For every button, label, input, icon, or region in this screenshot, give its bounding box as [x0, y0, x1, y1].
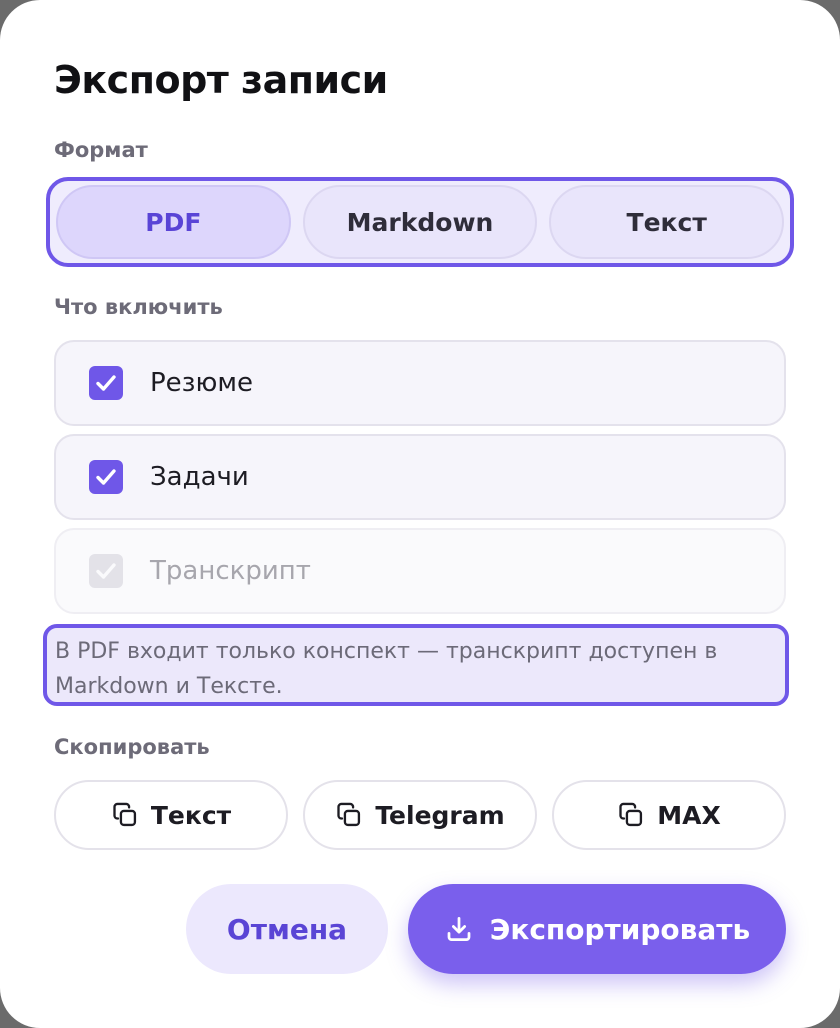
copy-icon	[619, 802, 643, 827]
copy-telegram-label: Telegram	[375, 800, 505, 830]
tasks-label: Задачи	[150, 462, 249, 492]
cancel-button[interactable]: Отмена	[186, 884, 388, 974]
tasks-checkbox[interactable]	[89, 460, 123, 494]
copy-max-label: MAX	[657, 800, 721, 830]
transcript-checkbox	[89, 554, 123, 588]
format-option-markdown[interactable]: Markdown	[302, 185, 538, 259]
copy-telegram-button[interactable]: Telegram	[303, 780, 537, 850]
include-section-label: Что включить	[54, 295, 223, 319]
format-option-text[interactable]: Текст	[549, 185, 785, 259]
copy-icon	[113, 802, 136, 827]
export-dialog: Экспорт записи Формат PDF Markdown Текст…	[0, 0, 840, 1028]
dialog-title: Экспорт записи	[54, 58, 388, 102]
copy-text-button[interactable]: Текст	[54, 780, 288, 850]
copy-icon	[337, 802, 361, 827]
include-option-tasks[interactable]: Задачи	[54, 434, 786, 520]
export-note: В PDF входит только конспект — транскрип…	[43, 624, 789, 706]
checkmark-icon	[96, 375, 116, 391]
export-button[interactable]: Экспортировать	[408, 884, 786, 974]
export-label: Экспортировать	[489, 912, 751, 946]
include-option-summary[interactable]: Резюме	[54, 340, 786, 426]
download-icon	[447, 917, 471, 941]
format-section-label: Формат	[54, 138, 148, 162]
copy-max-button[interactable]: MAX	[552, 780, 786, 850]
copy-text-label: Текст	[150, 800, 232, 830]
checkmark-icon	[96, 563, 116, 579]
checkmark-icon	[96, 469, 116, 485]
format-selector: PDF Markdown Текст	[46, 177, 794, 267]
format-option-pdf[interactable]: PDF	[56, 185, 291, 259]
include-option-transcript: Транскрипт	[54, 528, 786, 614]
transcript-label: Транскрипт	[150, 556, 311, 586]
summary-label: Резюме	[150, 368, 253, 398]
summary-checkbox[interactable]	[89, 366, 123, 400]
copy-section-label: Скопировать	[54, 735, 210, 759]
